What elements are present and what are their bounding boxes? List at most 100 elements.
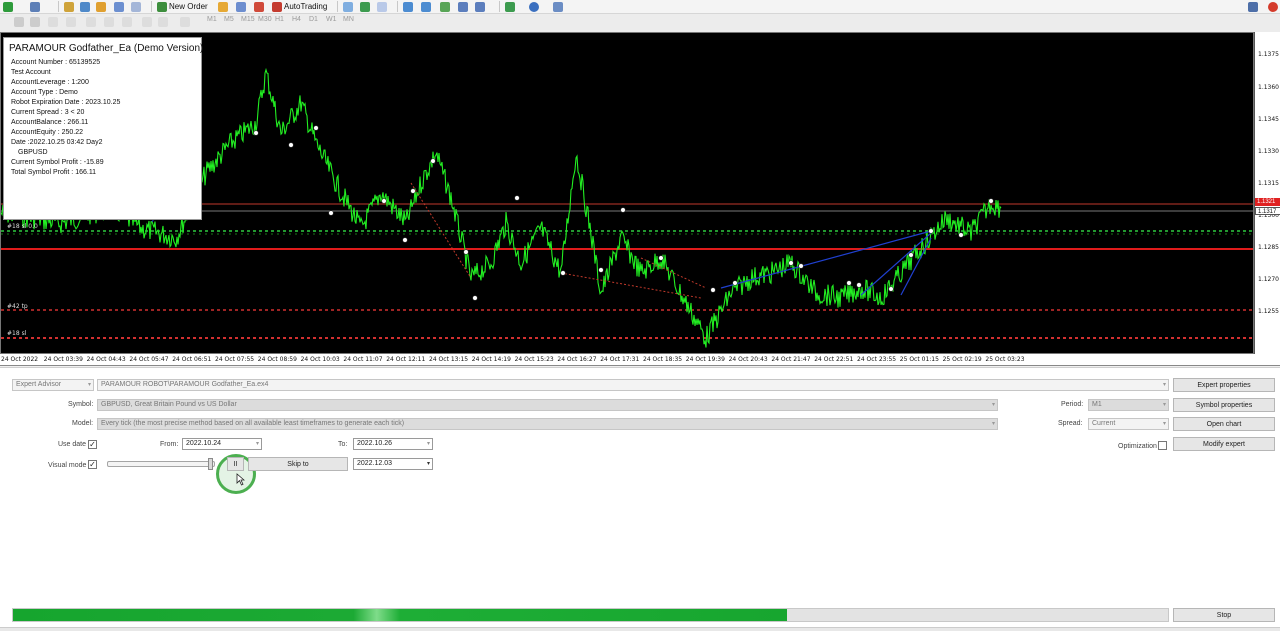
- line-chart-icon[interactable]: [377, 1, 387, 12]
- timeframe-h1[interactable]: H1: [275, 16, 284, 23]
- skip-to-date-value: 2022.12.03: [357, 460, 393, 467]
- test-progress-fill: [13, 609, 787, 621]
- arrows-icon[interactable]: [180, 16, 190, 27]
- time-label: 25 Oct 01:15: [899, 356, 939, 363]
- cursor-icon[interactable]: [14, 16, 24, 27]
- channel-icon[interactable]: [104, 16, 114, 27]
- candlestick-icon[interactable]: [360, 1, 370, 12]
- options-icon[interactable]: [236, 1, 246, 12]
- expert-properties-button[interactable]: Expert properties: [1173, 378, 1275, 392]
- visual-speed-slider-thumb[interactable]: [207, 458, 213, 470]
- timeframe-w1[interactable]: W1: [326, 16, 337, 23]
- auto-scroll-icon[interactable]: [458, 1, 468, 12]
- trade-marker: [253, 130, 259, 136]
- tile-windows-icon[interactable]: [440, 1, 450, 12]
- history-icon[interactable]: [131, 1, 141, 12]
- timeframe-d1[interactable]: D1: [309, 16, 318, 23]
- timeframe-h4[interactable]: H4: [292, 16, 301, 23]
- stop-button[interactable]: Stop: [1173, 608, 1275, 622]
- chart-shift-icon[interactable]: [475, 1, 485, 12]
- indicators-icon[interactable]: [505, 1, 515, 12]
- text-label-icon[interactable]: [158, 16, 168, 27]
- order-label: #42 tp: [7, 303, 28, 310]
- time-label: 24 Oct 19:39: [685, 356, 725, 363]
- crosshair-icon[interactable]: [30, 16, 40, 27]
- visual-mode-checkbox[interactable]: ✓: [88, 460, 97, 469]
- drawing-toolbar: M1 M5 M15 M30 H1 H4 D1 W1 MN: [0, 14, 1280, 32]
- open-chart-button[interactable]: Open chart: [1173, 417, 1275, 431]
- trade-marker: [788, 260, 794, 266]
- optimization-checkbox[interactable]: [1158, 441, 1167, 450]
- to-date-input[interactable]: 2022.10.26 ▾: [353, 438, 433, 450]
- trade-marker: [928, 228, 934, 234]
- timeframe-m30[interactable]: M30: [258, 16, 272, 23]
- time-label: 24 Oct 04:43: [86, 356, 126, 363]
- terminal-icon[interactable]: [96, 1, 106, 12]
- window-menu-icon[interactable]: [1248, 1, 1258, 12]
- new-order-button[interactable]: New Order: [157, 1, 208, 12]
- mt4-terminal-window: New Order AutoTrading M1 M5 M15 M30 H1 H4 D1 W1: [0, 0, 1280, 631]
- new-chart-icon[interactable]: [3, 1, 13, 12]
- vertical-line-icon[interactable]: [48, 16, 58, 27]
- from-date-input[interactable]: 2022.10.24 ▾: [182, 438, 262, 450]
- market-watch-icon[interactable]: [64, 1, 74, 12]
- time-label: 25 Oct 03:23: [985, 356, 1025, 363]
- price-tick: 1.1330: [1258, 148, 1279, 155]
- trendline-icon[interactable]: [86, 16, 96, 27]
- spread-label: Spread:: [1058, 420, 1083, 427]
- chevron-down-icon: ▾: [1162, 421, 1166, 427]
- horizontal-line-icon[interactable]: [66, 16, 76, 27]
- text-icon[interactable]: [142, 16, 152, 27]
- trade-marker: [381, 198, 387, 204]
- use-date-checkbox[interactable]: ✓: [88, 440, 97, 449]
- period-value: M1: [1092, 401, 1102, 408]
- alert-icon[interactable]: [1268, 1, 1278, 12]
- ea-title: PARAMOUR Godfather_Ea (Demo Version): [9, 43, 204, 54]
- time-axis: 24 Oct 2022 24 Oct 03:39 24 Oct 04:43 24 Oc…: [0, 354, 1280, 366]
- skip-to-button[interactable]: Skip to: [248, 457, 348, 471]
- timeframe-mn[interactable]: MN: [343, 16, 354, 23]
- symbol-select[interactable]: GBPUSD, Great Britain Pound vs US Dollar…: [97, 399, 998, 411]
- time-label: 24 Oct 10:03: [300, 356, 340, 363]
- metaeditor-icon[interactable]: [218, 1, 228, 12]
- ea-type-select[interactable]: Expert Advisor ▾: [12, 379, 94, 391]
- timeframe-m5[interactable]: M5: [224, 16, 234, 23]
- time-label: 24 Oct 15:23: [514, 356, 554, 363]
- trade-marker: [430, 158, 436, 164]
- price-chart[interactable]: #18 sl 0.0 #42 tp #18 sl PARAMOUR Godfat…: [0, 32, 1254, 354]
- timeframe-m15[interactable]: M15: [241, 16, 255, 23]
- navigator-icon[interactable]: [80, 1, 90, 12]
- trade-marker: [888, 286, 894, 292]
- model-label: Model:: [72, 420, 94, 427]
- periods-clock-icon[interactable]: [529, 1, 539, 12]
- symbol-properties-button[interactable]: Symbol properties: [1173, 398, 1275, 412]
- timeframe-m1[interactable]: M1: [207, 16, 217, 23]
- model-select[interactable]: Every tick (the most precise method base…: [97, 418, 998, 430]
- zoom-in-icon[interactable]: [403, 1, 413, 12]
- mouse-cursor-icon: [236, 473, 245, 486]
- pause-button[interactable]: II: [227, 457, 244, 471]
- modify-expert-button[interactable]: Modify expert: [1173, 437, 1275, 451]
- zoom-out-icon[interactable]: [421, 1, 431, 12]
- ea-info-panel: PARAMOUR Godfather_Ea (Demo Version) Acc…: [3, 37, 204, 220]
- templates-icon[interactable]: [553, 1, 563, 12]
- ea-path-select[interactable]: PARAMOUR ROBOT\PARAMOUR Godfather_Ea.ex4…: [97, 379, 1169, 391]
- profiles-icon[interactable]: [30, 1, 40, 12]
- to-label: To:: [338, 441, 348, 448]
- price-tick: 1.1255: [1258, 308, 1279, 315]
- bar-chart-icon[interactable]: [343, 1, 353, 12]
- strategy-tester-icon[interactable]: [114, 1, 124, 12]
- time-label: 24 Oct 07:55: [215, 356, 255, 363]
- chevron-down-icon: ▾: [87, 382, 91, 388]
- spread-select[interactable]: Current ▾: [1088, 418, 1169, 430]
- trade-marker: [313, 125, 319, 131]
- autotrading-button[interactable]: AutoTrading: [272, 1, 327, 12]
- from-label: From:: [160, 441, 179, 448]
- robot-expiration: Robot Expiration Date : 2023.10.25: [11, 99, 121, 106]
- fibonacci-icon[interactable]: [122, 16, 132, 27]
- skip-to-date-input[interactable]: 2022.12.03 ▾: [353, 458, 433, 470]
- trade-marker: [732, 280, 738, 286]
- visual-speed-slider[interactable]: [107, 461, 215, 467]
- period-select[interactable]: M1 ▾: [1088, 399, 1169, 411]
- experts-icon[interactable]: [254, 1, 264, 12]
